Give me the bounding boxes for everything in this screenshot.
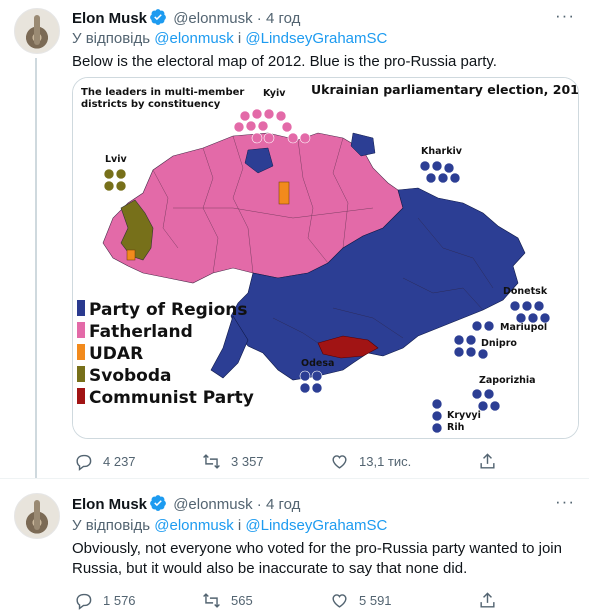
author-handle[interactable]: @elonmusk	[173, 496, 252, 513]
map-title: Ukrainian parliamentary election, 2012	[311, 82, 578, 97]
tweet-actions: 4 237 3 357 13,1 тис.	[72, 452, 502, 472]
reply-button[interactable]: 4 237	[74, 452, 136, 471]
city-label-kyiv: Kyiv	[263, 88, 286, 99]
reply-prefix: У відповідь	[72, 517, 151, 534]
tweet-2[interactable]: Elon Musk @elonmusk · 4 год ··· У відпов…	[0, 479, 589, 615]
like-count: 13,1 тис.	[359, 454, 412, 469]
tweet-text: Below is the electoral map of 2012. Blue…	[72, 53, 497, 70]
like-button[interactable]: 5 591	[330, 591, 392, 610]
reply-mention-link[interactable]: @elonmusk	[154, 30, 233, 47]
map-leaders-note-line2: districts by constituency	[81, 99, 221, 110]
city-label-mariupol: Mariupol	[500, 322, 547, 333]
avatar[interactable]	[14, 8, 60, 54]
city-label-zaporizhia: Zaporizhia	[479, 375, 536, 386]
share-button[interactable]	[478, 591, 497, 610]
legend-label-svoboda: Svoboda	[89, 366, 172, 386]
legend-label-fatherland: Fatherland	[89, 322, 193, 342]
reply-mention-link[interactable]: @LindseyGrahamSC	[245, 517, 387, 534]
city-label-lviv: Lviv	[105, 154, 128, 165]
share-button[interactable]	[478, 452, 497, 471]
city-label-kryvyi: Kryvyi	[447, 410, 481, 421]
like-icon	[332, 455, 347, 469]
legend-label-party-of-regions: Party of Regions	[89, 300, 248, 320]
city-label-rih: Rih	[447, 422, 465, 433]
kryvyi-rih-district-dots	[431, 398, 443, 434]
tweet-header: Elon Musk @elonmusk · 4 год	[72, 494, 300, 517]
reply-icon	[76, 454, 92, 471]
verified-badge-icon	[149, 8, 167, 31]
verified-badge-icon	[149, 494, 167, 517]
map-region-udar-west	[126, 249, 136, 261]
city-label-odesa: Odesa	[301, 358, 334, 369]
retweet-icon	[203, 454, 220, 469]
legend-swatch-party-of-regions	[77, 300, 85, 316]
reply-conjunction: і	[237, 30, 242, 47]
thread-connector-line	[35, 58, 37, 478]
legend-label-udar: UDAR	[89, 344, 143, 364]
reply-button[interactable]: 1 576	[74, 591, 136, 610]
map-region-udar-kyiv	[278, 181, 290, 205]
legend-swatch-svoboda	[77, 366, 85, 382]
retweet-icon	[203, 593, 220, 608]
tweet-image-card[interactable]: Ukrainian parliamentary election, 2012 T…	[72, 77, 579, 439]
timestamp[interactable]: 4 год	[266, 496, 300, 513]
reply-prefix: У відповідь	[72, 30, 151, 47]
separator-dot: ·	[256, 10, 262, 27]
like-button[interactable]: 13,1 тис.	[330, 452, 411, 471]
reply-mention-link[interactable]: @LindseyGrahamSC	[245, 30, 387, 47]
timestamp[interactable]: 4 год	[266, 10, 300, 27]
reply-conjunction: і	[237, 517, 242, 534]
tweet-header: Elon Musk @elonmusk · 4 год	[72, 8, 300, 31]
legend-swatch-communist-party	[77, 388, 85, 404]
tweet-1[interactable]: Elon Musk @elonmusk · 4 год ··· У відпов…	[0, 0, 589, 478]
city-label-donetsk: Donetsk	[503, 286, 548, 297]
reply-count: 4 237	[103, 454, 136, 469]
city-label-kharkiv: Kharkiv	[421, 146, 463, 157]
more-horizontal-icon[interactable]: ···	[555, 492, 575, 512]
share-icon	[480, 592, 495, 608]
legend-label-communist-party: Communist Party	[89, 388, 254, 408]
separator-dot: ·	[256, 496, 262, 513]
reply-count: 1 576	[103, 593, 136, 608]
reply-context: У відповідь @elonmusk і @LindseyGrahamSC	[72, 30, 387, 48]
legend-swatch-udar	[77, 344, 85, 360]
author-name[interactable]: Elon Musk	[72, 496, 147, 513]
author-handle[interactable]: @elonmusk	[173, 10, 252, 27]
tweet-text: Obviously, not everyone who voted for th…	[72, 540, 562, 577]
reply-mention-link[interactable]: @elonmusk	[154, 517, 233, 534]
retweet-count: 3 357	[231, 454, 264, 469]
city-label-dnipro: Dnipro	[481, 338, 517, 349]
ukraine-election-map: Ukrainian parliamentary election, 2012 T…	[73, 78, 578, 438]
share-icon	[480, 453, 495, 469]
retweet-button[interactable]: 565	[202, 591, 253, 610]
map-leaders-note-line1: The leaders in multi-member	[81, 87, 244, 98]
like-count: 5 591	[359, 593, 392, 608]
tweet-actions: 1 576 565 5 591	[72, 591, 502, 611]
retweet-count: 565	[231, 593, 253, 608]
reply-context: У відповідь @elonmusk і @LindseyGrahamSC	[72, 517, 387, 535]
retweet-button[interactable]: 3 357	[202, 452, 264, 471]
more-horizontal-icon[interactable]: ···	[555, 6, 575, 26]
avatar[interactable]	[14, 493, 60, 539]
like-icon	[332, 594, 347, 608]
reply-icon	[76, 593, 92, 610]
legend-swatch-fatherland	[77, 322, 85, 338]
author-name[interactable]: Elon Musk	[72, 10, 147, 27]
